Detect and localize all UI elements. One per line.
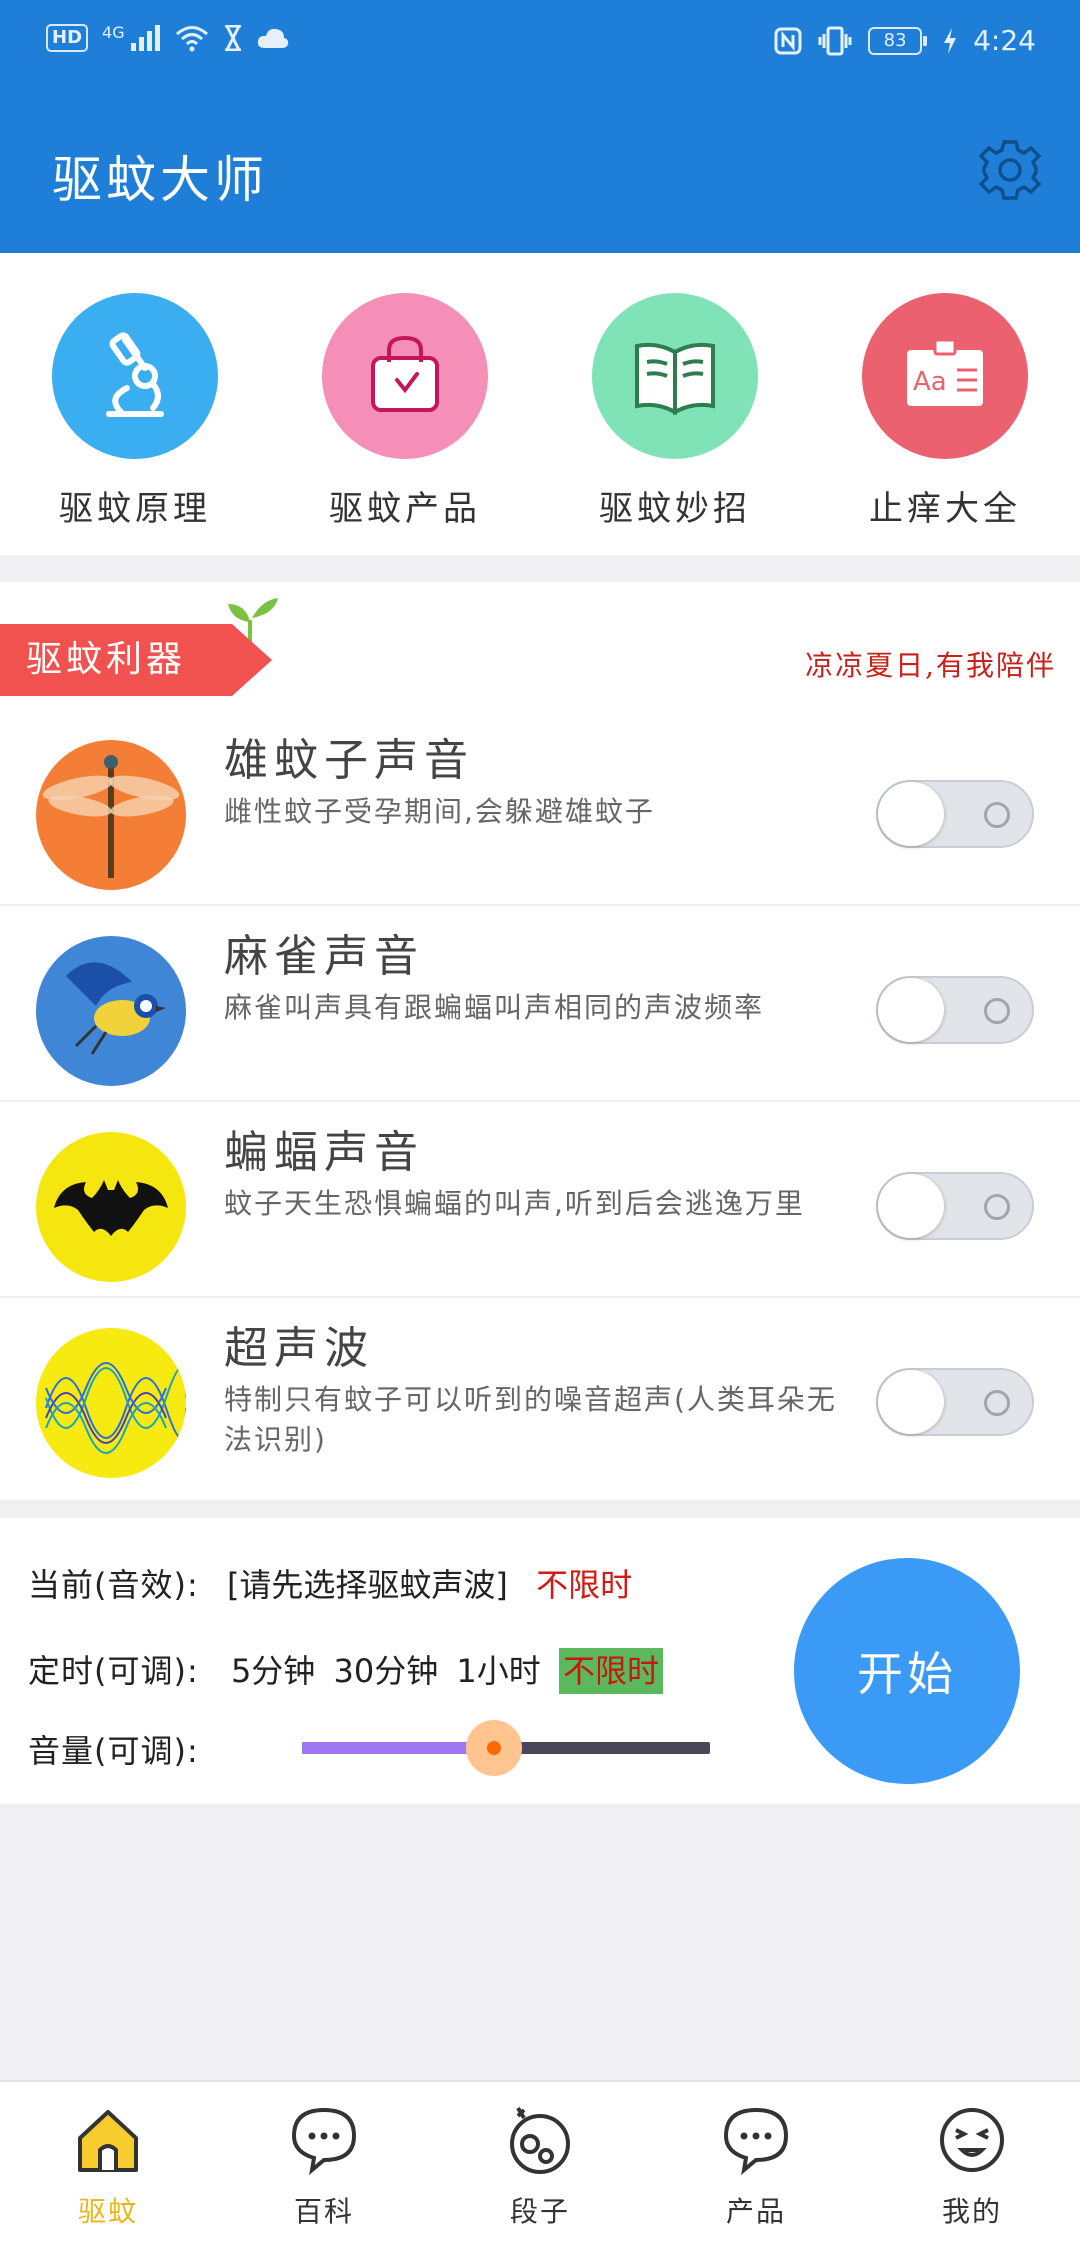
hourglass-icon: [224, 25, 241, 51]
nfc-icon: [774, 27, 802, 54]
book-icon: [592, 293, 758, 459]
bird-icon: [36, 936, 186, 1086]
category-grid: 驱蚊原理 驱蚊产品 驱蚊妙招 Aa 止痒大全: [0, 253, 1080, 555]
timer-option-5min[interactable]: 5分钟: [231, 1652, 315, 1690]
settings-button[interactable]: [978, 138, 1042, 202]
nav-item-mine[interactable]: 我的: [864, 2102, 1080, 2230]
timer-option-1hour[interactable]: 1小时: [456, 1652, 540, 1690]
toggle-knob: [878, 978, 944, 1042]
svg-text:Aa: Aa: [913, 367, 947, 397]
nav-item-encyclopedia[interactable]: 百科: [216, 2102, 432, 2230]
nav-label: 产品: [725, 2195, 786, 2228]
volume-slider-fill: [302, 1742, 494, 1754]
sparrow-toggle[interactable]: [876, 976, 1034, 1044]
dragonfly-icon: [36, 740, 186, 890]
gear-icon: [978, 140, 1042, 200]
tool-title: 麻雀声音: [224, 931, 424, 982]
tool-row-sparrow: 麻雀声音 麻雀叫声具有跟蝙蝠叫声相同的声波频率: [0, 906, 1080, 1102]
volume-label: 音量(可调):: [28, 1732, 199, 1770]
timer-line: 定时(可调): 5分钟 30分钟 1小时 不限时: [28, 1646, 663, 1694]
volume-line: 音量(可调):: [28, 1726, 199, 1772]
timer-label: 定时(可调):: [28, 1652, 199, 1690]
male-mosquito-toggle[interactable]: [876, 780, 1034, 848]
category-label: 驱蚊原理: [59, 489, 211, 529]
signal-icon: [130, 25, 160, 51]
category-label: 驱蚊妙招: [599, 489, 751, 529]
smiley-icon: [934, 2102, 1010, 2178]
clock: 4:24: [973, 24, 1036, 57]
bat-toggle[interactable]: [876, 1172, 1034, 1240]
hd-badge: HD: [46, 24, 89, 52]
category-label: 止痒大全: [869, 489, 1021, 529]
toggle-off-indicator: [984, 802, 1010, 828]
app-header: HD 4G 83 4:24 驱蚊大师: [0, 0, 1080, 253]
nav-item-jokes[interactable]: 段子: [432, 2102, 648, 2230]
tool-row-bat: 蝙蝠声音 蚊子天生恐惧蝙蝠的叫声,听到后会逃逸万里: [0, 1102, 1080, 1298]
chat-bubble-icon: [718, 2102, 794, 2178]
category-mosquito-tips[interactable]: 驱蚊妙招: [575, 293, 775, 530]
home-icon: [70, 2102, 146, 2178]
nav-label: 我的: [941, 2195, 1002, 2228]
nav-item-repel[interactable]: 驱蚊: [0, 2102, 216, 2230]
category-itch-relief[interactable]: Aa 止痒大全: [845, 293, 1045, 530]
nav-label: 百科: [293, 2195, 354, 2228]
charging-icon: [944, 27, 957, 54]
toggle-off-indicator: [984, 1390, 1010, 1416]
tool-description: 特制只有蚊子可以听到的噪音超声(人类耳朵无法识别): [224, 1383, 837, 1456]
toggle-knob: [878, 1370, 944, 1434]
page-title: 驱蚊大师: [52, 151, 268, 209]
nav-item-products[interactable]: 产品: [648, 2102, 864, 2230]
ultrasonic-toggle[interactable]: [876, 1368, 1034, 1436]
battery-indicator: 83: [868, 26, 928, 55]
tool-row-ultrasonic: 超声波 特制只有蚊子可以听到的噪音超声(人类耳朵无法识别): [0, 1298, 1080, 1494]
wave-icon: [36, 1328, 186, 1478]
cloud-icon: [257, 28, 288, 48]
tool-title: 超声波: [224, 1323, 374, 1374]
tool-description: 麻雀叫声具有跟蝙蝠叫声相同的声波频率: [224, 991, 765, 1024]
current-effect-line: 当前(音效): [请先选择驱蚊声波] 不限时: [28, 1560, 632, 1606]
start-button[interactable]: 开始: [794, 1558, 1020, 1784]
category-label: 驱蚊产品: [329, 489, 481, 529]
current-effect-duration: 不限时: [536, 1566, 633, 1604]
playback-controls: 当前(音效): [请先选择驱蚊声波] 不限时 定时(可调): 5分钟 30分钟 …: [0, 1518, 1080, 1804]
toggle-knob: [878, 1174, 944, 1238]
current-effect-label: 当前(音效):: [28, 1566, 199, 1604]
vibrate-icon: [818, 26, 852, 55]
id-card-icon: Aa: [862, 293, 1028, 459]
tool-row-male-mosquito: 雄蚊子声音 雌性蚊子受孕期间,会躲避雄蚊子: [0, 710, 1080, 906]
tool-description: 蚊子天生恐惧蝙蝠的叫声,听到后会逃逸万里: [224, 1187, 805, 1220]
status-bar: HD 4G 83 4:24: [0, 0, 1080, 86]
bottom-nav: 驱蚊 百科 段子 产品 我的: [0, 2080, 1080, 2244]
network-type: 4G: [102, 22, 125, 42]
timer-option-unlimited[interactable]: 不限时: [558, 1648, 663, 1694]
microscope-icon: [52, 293, 218, 459]
section-slogan: 凉凉夏日,有我陪伴: [805, 649, 1056, 682]
nav-label: 驱蚊: [77, 2195, 138, 2228]
toggle-knob: [878, 782, 944, 846]
chat-bubble-icon: [286, 2102, 362, 2178]
tool-title: 雄蚊子声音: [224, 735, 474, 786]
toggle-off-indicator: [984, 1194, 1010, 1220]
bat-icon: [36, 1132, 186, 1282]
timer-option-30min[interactable]: 30分钟: [333, 1652, 438, 1690]
mosquito-tools-card: 驱蚊利器 凉凉夏日,有我陪伴 雄蚊子声音 雌性蚊子受孕期间,会躲避雄蚊子 麻雀声…: [0, 582, 1080, 1500]
shopping-bag-icon: [322, 293, 488, 459]
current-effect-value: [请先选择驱蚊声波]: [226, 1566, 508, 1604]
joke-icon: [502, 2102, 578, 2178]
section-badge: 驱蚊利器: [0, 624, 272, 696]
category-mosquito-products[interactable]: 驱蚊产品: [305, 293, 505, 530]
nav-label: 段子: [509, 2195, 570, 2228]
volume-slider[interactable]: [302, 1720, 710, 1776]
tool-title: 蝙蝠声音: [224, 1127, 424, 1178]
tool-description: 雌性蚊子受孕期间,会躲避雄蚊子: [224, 795, 655, 828]
wifi-icon: [175, 26, 208, 52]
toggle-off-indicator: [984, 998, 1010, 1024]
volume-slider-thumb[interactable]: [465, 1720, 522, 1776]
category-mosquito-principle[interactable]: 驱蚊原理: [35, 293, 235, 530]
